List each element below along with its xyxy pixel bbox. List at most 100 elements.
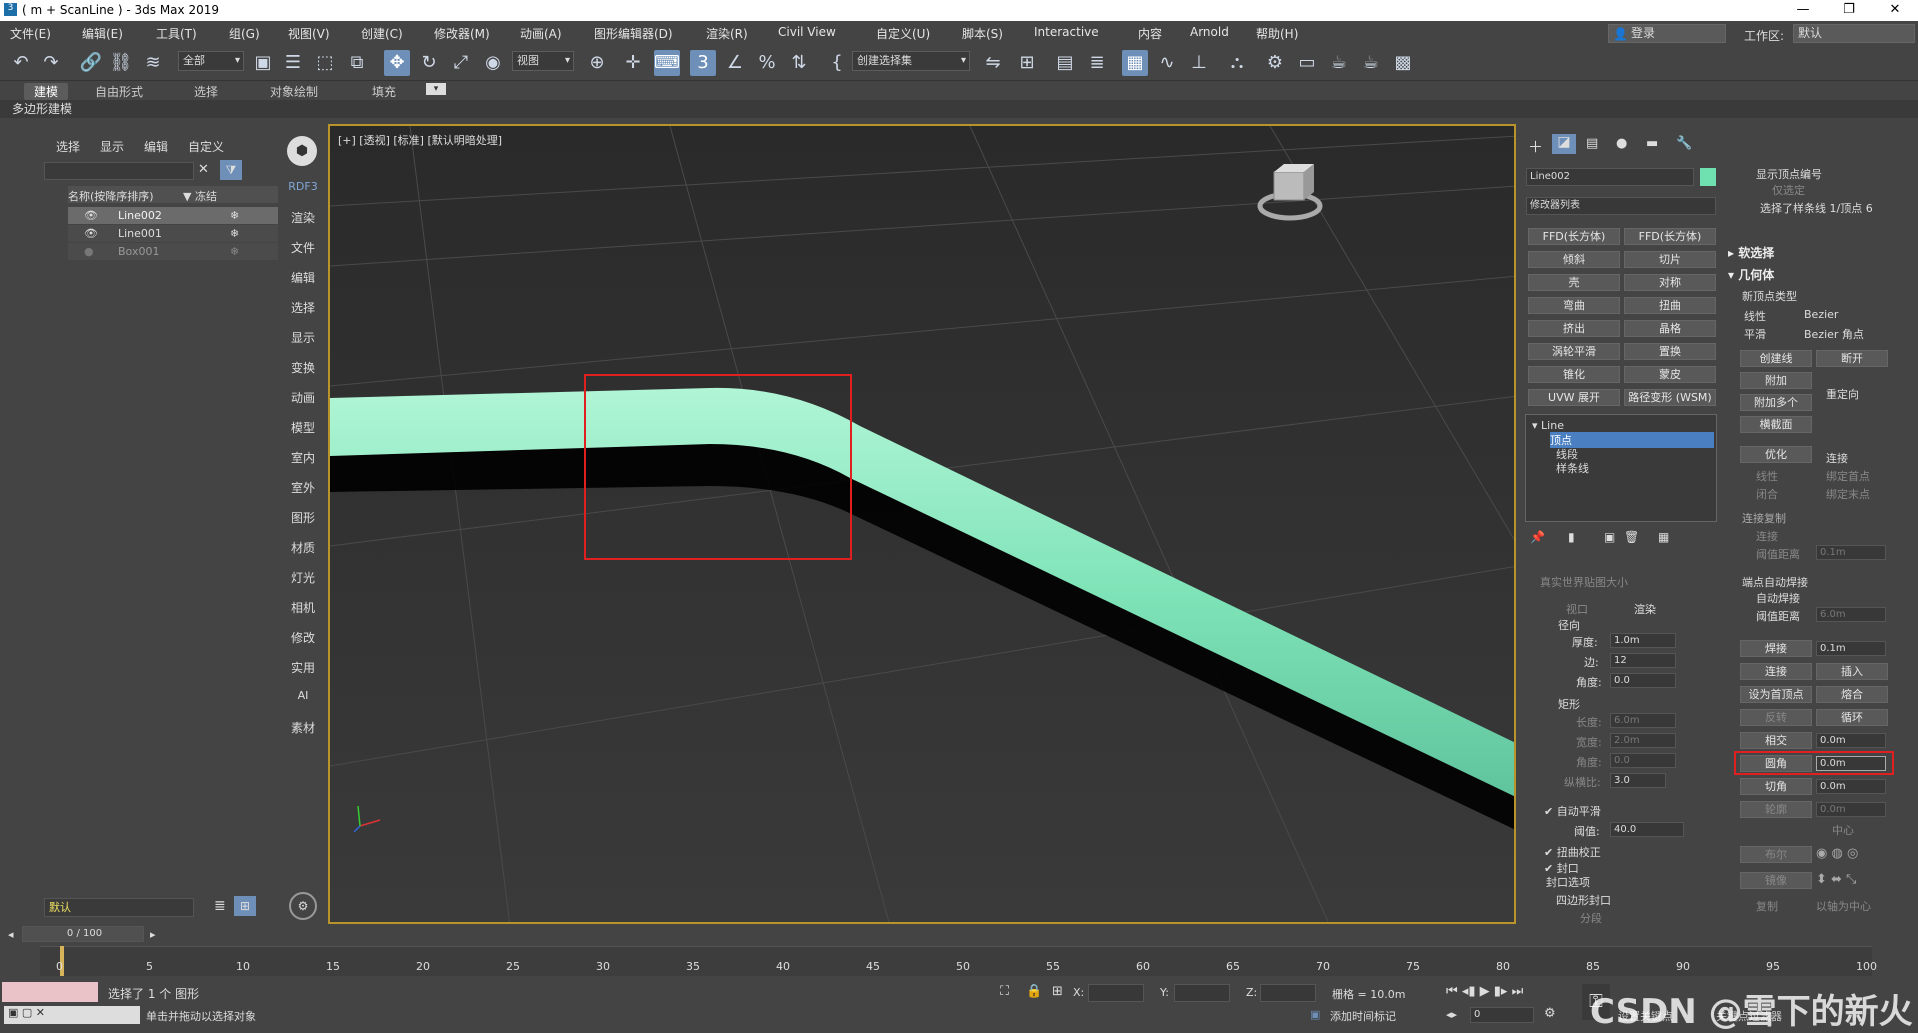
tab-object-paint[interactable]: 对象绘制 [270, 83, 318, 100]
twist-correct-checkbox[interactable]: ✔ 扭曲校正 [1544, 844, 1601, 860]
menu-rendering[interactable]: 渲染(R) [706, 25, 748, 42]
render-iterative-icon[interactable]: ☕ [1358, 50, 1384, 76]
weld-spinner[interactable]: 0.1m [1816, 641, 1886, 656]
crossinsert-spinner[interactable]: 0.0m [1816, 733, 1886, 748]
align-icon[interactable]: ⊞ [1014, 50, 1040, 76]
layer-dropdown[interactable]: 默认 [44, 898, 194, 917]
clear-search-icon[interactable]: ✕ [198, 162, 209, 177]
create-line-button[interactable]: 创建线 [1740, 350, 1812, 367]
layer-stack-icon[interactable]: ≣ [214, 898, 226, 914]
side-exterior[interactable]: 室外 [283, 479, 323, 496]
material-editor-icon[interactable]: ⛬ [1224, 50, 1250, 76]
reorient-checkbox[interactable]: 重定向 [1826, 386, 1859, 402]
close-button[interactable]: ✕ [1872, 0, 1918, 21]
freeze-icon[interactable]: ❄ [230, 207, 239, 224]
closed-checkbox[interactable]: 闭合 [1756, 486, 1778, 502]
stack-line[interactable]: ▾ Line [1532, 419, 1564, 432]
x-coord-field[interactable] [1088, 984, 1144, 1002]
hierarchy-tab-icon[interactable]: ▤ [1586, 136, 1598, 151]
snap-toggle-icon[interactable]: 3 [690, 50, 716, 76]
uvw-unwrap-button[interactable]: UVW 展开 [1528, 389, 1620, 406]
render-production-icon[interactable]: ☕ [1326, 50, 1352, 76]
only-selected-checkbox[interactable]: 仅选定 [1772, 182, 1805, 198]
shell-button[interactable]: 壳 [1528, 274, 1620, 291]
menu-modifiers[interactable]: 修改器(M) [434, 25, 490, 42]
scene-search-input[interactable] [44, 162, 194, 180]
fillet-button[interactable]: 圆角 [1740, 755, 1812, 772]
placement-icon[interactable]: ◉ [480, 50, 506, 76]
menu-civil-view[interactable]: Civil View [778, 25, 836, 39]
y-coord-field[interactable] [1174, 984, 1230, 1002]
ffd-box2-button[interactable]: FFD(长方体) [1624, 228, 1716, 245]
center-checkbox[interactable]: 中心 [1832, 822, 1854, 838]
auto-smooth-checkbox[interactable]: ✔ 自动平滑 [1544, 803, 1601, 819]
z-coord-field[interactable] [1260, 984, 1316, 1002]
side-utility[interactable]: 实用 [283, 659, 323, 676]
mirror-icon[interactable]: ⇋ [980, 50, 1006, 76]
sides-spinner[interactable]: 12 [1610, 653, 1676, 668]
percent-snap-icon[interactable]: % [754, 50, 780, 76]
select-object-icon[interactable]: ▣ [250, 50, 276, 76]
display-tab-icon[interactable]: ▬ [1646, 136, 1658, 151]
pin-stack-icon[interactable]: 📌 [1530, 530, 1545, 544]
next-frame-icon[interactable]: ▸ [150, 928, 156, 941]
menu-file[interactable]: 文件(E) [10, 25, 51, 42]
menu-tools[interactable]: 工具(T) [156, 25, 197, 42]
menu-graph-editors[interactable]: 图形编辑器(D) [594, 25, 673, 42]
real-world-checkbox[interactable]: 真实世界贴图大小 [1540, 574, 1628, 590]
chamfer-button[interactable]: 切角 [1740, 778, 1812, 795]
threshold-spinner[interactable]: 40.0 [1610, 822, 1684, 837]
layer-explorer-icon[interactable]: ≣ [1084, 50, 1110, 76]
remove-modifier-icon[interactable]: 🗑 [1624, 530, 1639, 544]
side-assets[interactable]: 素材 [283, 719, 323, 736]
render-setup-icon[interactable]: ⚙ [1262, 50, 1288, 76]
make-unique-icon[interactable]: ▣ [1604, 530, 1615, 544]
weld-button[interactable]: 焊接 [1740, 640, 1812, 657]
render-radio[interactable]: 渲染 [1634, 601, 1656, 617]
length-spinner[interactable]: 6.0m [1610, 713, 1676, 728]
scene-row[interactable]: 👁 Line002 ❄ [68, 207, 278, 224]
vtype-bezier-radio[interactable]: Bezier [1804, 308, 1838, 321]
menu-help[interactable]: 帮助(H) [1256, 25, 1298, 42]
viewport-radio[interactable]: 视口 [1566, 601, 1588, 617]
mirror-button[interactable]: 镜像 [1740, 872, 1812, 889]
quad-cap-checkbox[interactable]: 四边形封口 [1556, 892, 1611, 908]
side-edit[interactable]: 编辑 [283, 269, 323, 286]
geometry-rollout[interactable]: ▾ 几何体 [1728, 266, 1774, 284]
time-slider[interactable]: 0 / 100 [22, 926, 144, 942]
eye-hidden-icon[interactable]: ● [84, 243, 94, 260]
taper-button[interactable]: 锥化 [1528, 366, 1620, 383]
displace-button[interactable]: 置换 [1624, 343, 1716, 360]
side-ai[interactable]: AI [283, 689, 323, 702]
rotate-icon[interactable]: ↻ [416, 50, 442, 76]
side-render[interactable]: 渲染 [283, 209, 323, 226]
menu-content[interactable]: 内容 [1138, 25, 1162, 42]
side-lights[interactable]: 灯光 [283, 569, 323, 586]
slice-button[interactable]: 切片 [1624, 251, 1716, 268]
menu-scripting[interactable]: 脚本(S) [962, 25, 1003, 42]
turbosmooth-button[interactable]: 涡轮平滑 [1528, 343, 1620, 360]
add-time-tag[interactable]: 添加时间标记 [1330, 1008, 1396, 1024]
chamfer-spinner[interactable]: 0.0m [1816, 779, 1886, 794]
angle2-spinner[interactable]: 0.0 [1610, 753, 1676, 768]
side-rdf3[interactable]: RDF3 [283, 180, 323, 193]
motion-tab-icon[interactable]: ● [1616, 136, 1627, 151]
skew-button[interactable]: 倾斜 [1528, 251, 1620, 268]
cross-section-button[interactable]: 横截面 [1740, 416, 1812, 433]
bend-button[interactable]: 弯曲 [1528, 297, 1620, 314]
maxscript-listener[interactable] [2, 982, 98, 1002]
soft-selection-rollout[interactable]: ▸ 软选择 [1728, 244, 1774, 262]
current-frame-field[interactable]: 0 [1470, 1007, 1534, 1023]
schematic-view-icon[interactable]: ⊥ [1186, 50, 1212, 76]
tab-freeform[interactable]: 自由形式 [95, 83, 143, 100]
scene-row[interactable]: 👁 Line001 ❄ [68, 225, 278, 242]
outline-button[interactable]: 轮廓 [1740, 801, 1812, 818]
modifier-list-dropdown[interactable]: 修改器列表 [1526, 197, 1716, 215]
show-vertex-numbers-checkbox[interactable]: 显示顶点编号 [1756, 166, 1822, 182]
lock-icon[interactable]: 🔒 [1026, 984, 1042, 999]
angle-spinner[interactable]: 0.0 [1610, 673, 1676, 688]
bind-first-checkbox[interactable]: 绑定首点 [1826, 468, 1870, 484]
add-time-tag-icon[interactable]: ▣ [1310, 1008, 1320, 1021]
ribbon-toggle-icon[interactable]: ▦ [1122, 50, 1148, 76]
thickness-spinner[interactable]: 1.0m [1610, 633, 1676, 648]
